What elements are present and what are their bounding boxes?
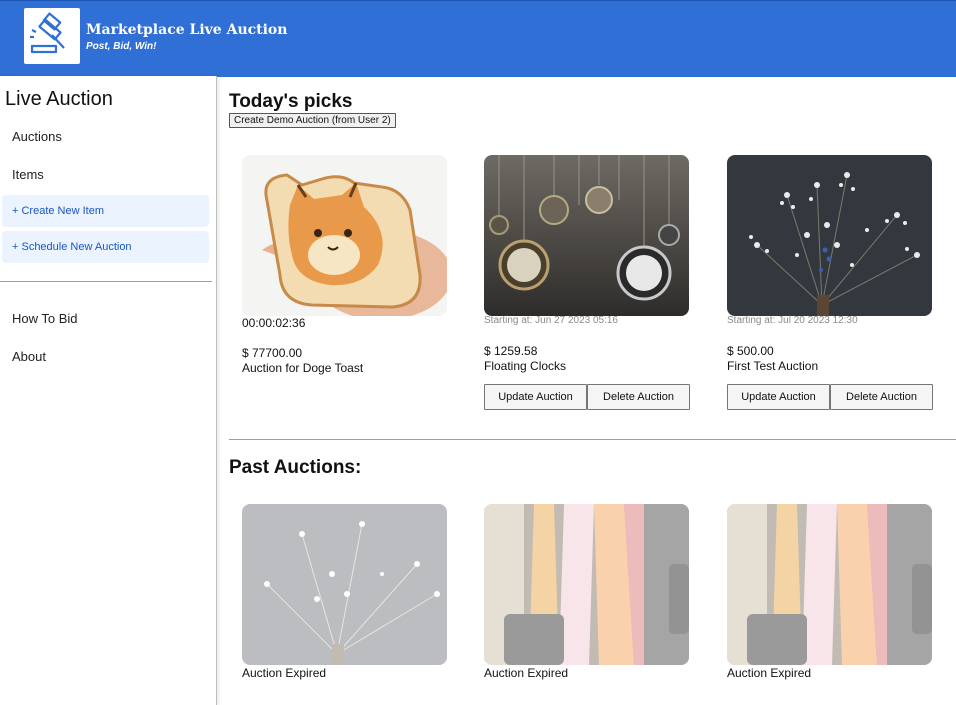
sidebar: Live Auction Auctions Items + Create New…: [0, 76, 217, 705]
item-title[interactable]: Floating Clocks: [484, 359, 566, 373]
sidebar-item-how-to-bid[interactable]: How To Bid: [12, 311, 78, 326]
update-auction-button[interactable]: Update Auction: [484, 384, 587, 410]
delete-auction-button[interactable]: Delete Auction: [830, 384, 933, 410]
sidebar-item-items[interactable]: Items: [12, 167, 44, 182]
app-header: Marketplace Live Auction Post, Bid, Win!: [0, 0, 956, 77]
item-price: $ 500.00: [727, 344, 774, 358]
schedule-auction-button[interactable]: + Schedule New Auction: [2, 231, 209, 263]
item-image-toast[interactable]: [242, 155, 447, 316]
auction-start-time: Starting at: Jun 27 2023 05:16: [484, 315, 618, 326]
expired-label: Auction Expired: [727, 666, 812, 680]
countdown-timer: 00:00:02:36: [242, 316, 306, 330]
gavel-icon[interactable]: [24, 8, 80, 64]
item-image-clocks[interactable]: [484, 155, 689, 316]
todays-picks-title: Today's picks: [229, 91, 353, 112]
past-auctions-title: Past Auctions:: [229, 457, 362, 478]
schedule-auction-label: + Schedule New Auction: [12, 241, 132, 253]
expired-label: Auction Expired: [484, 666, 569, 680]
item-title[interactable]: First Test Auction: [727, 359, 818, 373]
sidebar-title: Live Auction: [5, 88, 113, 110]
section-divider: [229, 439, 956, 440]
main-content: Today's picks Create Demo Auction (from …: [217, 76, 956, 705]
item-image-scarves-expired[interactable]: [484, 504, 689, 665]
sidebar-divider: [0, 281, 212, 282]
item-price: $ 1259.58: [484, 344, 538, 358]
item-price: $ 77700.00: [242, 346, 303, 360]
delete-auction-button[interactable]: Delete Auction: [587, 384, 690, 410]
item-title[interactable]: Auction for Doge Toast: [242, 361, 363, 375]
sidebar-item-auctions[interactable]: Auctions: [12, 129, 62, 144]
create-demo-auction-button[interactable]: Create Demo Auction (from User 2): [229, 113, 396, 128]
sidebar-item-about[interactable]: About: [12, 349, 46, 364]
create-item-label: + Create New Item: [12, 205, 105, 217]
create-item-button[interactable]: + Create New Item: [2, 195, 209, 227]
expired-label: Auction Expired: [242, 666, 327, 680]
app-tagline: Post, Bid, Win!: [86, 41, 157, 52]
item-image-scarves-expired[interactable]: [727, 504, 932, 665]
item-image-flowers[interactable]: [727, 155, 932, 316]
app-title: Marketplace Live Auction: [86, 22, 288, 38]
auction-start-time: Starting at: Jul 20 2023 12:30: [727, 315, 858, 326]
item-image-flowers-expired[interactable]: [242, 504, 447, 665]
update-auction-button[interactable]: Update Auction: [727, 384, 830, 410]
